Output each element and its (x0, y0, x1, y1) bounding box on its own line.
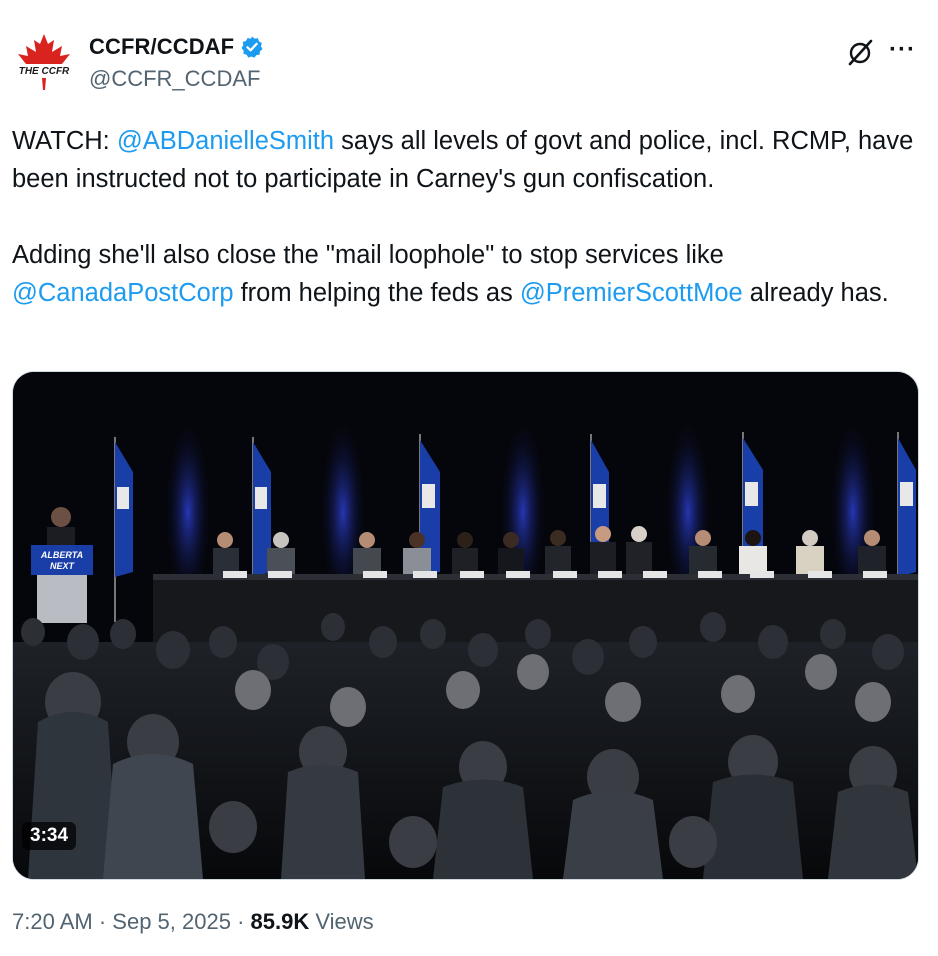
tweet-paragraph-2: Adding she'll also close the "mail looph… (12, 236, 922, 312)
name-row: CCFR/CCDAF (89, 34, 264, 60)
podium-label: NEXT (50, 561, 76, 571)
podium-label: ALBERTA (40, 550, 83, 560)
tweet-time[interactable]: 7:20 AM (12, 909, 93, 934)
video-player[interactable]: ALBERTA NEXT (12, 371, 919, 880)
verified-badge-icon (241, 36, 263, 58)
tweet: THE CCFR CCFR/CCDAF @CCFR_CCDAF ··· WATC… (0, 0, 938, 956)
text-segment: already has. (742, 279, 889, 307)
mention-link[interactable]: @PremierScottMoe (520, 279, 743, 307)
tweet-date[interactable]: Sep 5, 2025 (112, 909, 231, 934)
text-segment: WATCH: (12, 127, 117, 155)
avatar[interactable]: THE CCFR (12, 30, 76, 94)
tweet-text: WATCH: @ABDanielleSmith says all levels … (12, 122, 922, 312)
meta-separator: · (92, 909, 113, 934)
tweet-paragraph-1: WATCH: @ABDanielleSmith says all levels … (12, 122, 922, 198)
views-label: Views (309, 909, 374, 934)
views-count: 85.9K (250, 909, 310, 934)
mention-link[interactable]: @ABDanielleSmith (117, 127, 334, 155)
grok-icon[interactable] (845, 37, 875, 67)
handle[interactable]: @CCFR_CCDAF (89, 66, 260, 92)
video-frame: ALBERTA NEXT (13, 372, 918, 879)
text-segment: from helping the feds as (233, 279, 520, 307)
display-name[interactable]: CCFR/CCDAF (89, 34, 234, 60)
mention-link[interactable]: @CanadaPostCorp (12, 279, 234, 307)
more-icon[interactable]: ··· (889, 36, 916, 64)
meta-separator: · (230, 909, 251, 934)
video-duration-badge: 3:34 (22, 822, 77, 850)
avatar-logo-text: THE CCFR (19, 66, 70, 77)
text-segment: Adding she'll also close the "mail looph… (12, 241, 724, 269)
tweet-meta: 7:20 AM · Sep 5, 2025 · 85.9K Views (12, 909, 374, 935)
